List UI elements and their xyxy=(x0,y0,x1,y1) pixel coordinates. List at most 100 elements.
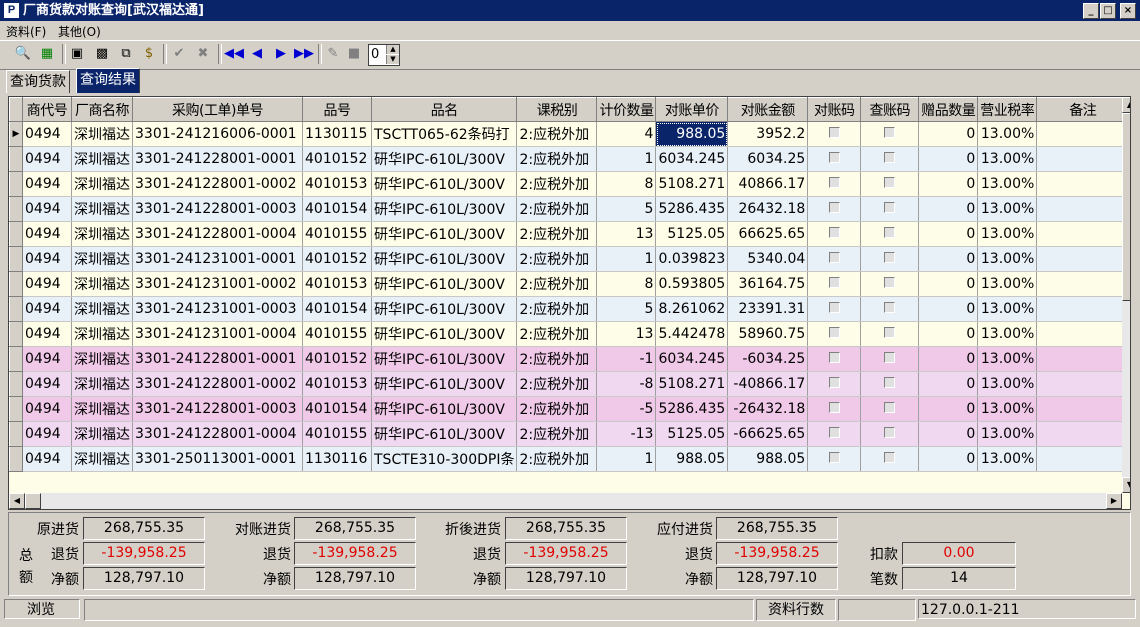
cancel-icon[interactable]: ✖ xyxy=(194,45,212,63)
scroll-thumb[interactable] xyxy=(1122,113,1130,301)
cell-gift-qty[interactable]: 0 xyxy=(918,121,979,147)
checkbox[interactable] xyxy=(884,302,896,313)
cell-item-code[interactable]: 4010153 xyxy=(302,271,372,297)
cell-price-qty[interactable]: 5 xyxy=(596,196,657,222)
row-indicator[interactable] xyxy=(9,346,23,372)
cell-tax-rate[interactable]: 13.00% xyxy=(977,146,1038,172)
cell-item-name[interactable]: 研华IPC-610L/300V xyxy=(371,321,518,347)
cell-vendor-code[interactable]: 0494 xyxy=(22,371,72,397)
column-header-po-number[interactable]: 采购(工单)单号 xyxy=(132,97,303,122)
scroll-left-icon[interactable]: ◀ xyxy=(9,493,25,509)
checkbox[interactable] xyxy=(884,327,896,338)
cell-vendor-code[interactable]: 0494 xyxy=(22,346,72,372)
cell-tax-rate[interactable]: 13.00% xyxy=(977,421,1038,447)
cell-item-code[interactable]: 1130116 xyxy=(302,446,372,472)
cell-vendor-name[interactable]: 深圳福达 xyxy=(71,421,133,447)
cell-recon-code[interactable] xyxy=(807,296,862,322)
cell-remarks[interactable] xyxy=(1036,296,1130,322)
tab-query-result[interactable]: 查询结果 xyxy=(76,68,140,93)
column-header-recon-code[interactable]: 对账码 xyxy=(807,97,862,122)
cell-item-code[interactable]: 4010153 xyxy=(302,371,372,397)
cell-tax-rate[interactable]: 13.00% xyxy=(977,221,1038,247)
cell-gift-qty[interactable]: 0 xyxy=(918,146,979,172)
cell-amount[interactable]: -66625.65 xyxy=(727,421,809,447)
cell-remarks[interactable] xyxy=(1036,221,1130,247)
preview-icon[interactable]: 🔍 xyxy=(14,45,32,63)
table-row[interactable]: 0494 深圳福达 3301-241228001-0003 4010154 研华IPC-… xyxy=(9,396,1130,422)
cell-recon-code[interactable] xyxy=(807,371,862,397)
cell-gift-qty[interactable]: 0 xyxy=(918,196,979,222)
column-header-gift-qty[interactable]: 赠品数量 xyxy=(918,97,979,122)
cell-amount[interactable]: 40866.17 xyxy=(727,171,809,197)
cell-vendor-name[interactable]: 深圳福达 xyxy=(71,121,133,147)
cell-check-code[interactable] xyxy=(860,446,920,472)
checkbox[interactable] xyxy=(828,152,840,163)
checkbox[interactable] xyxy=(828,377,840,388)
cell-tax-type[interactable]: 2:应税外加 xyxy=(516,271,598,297)
cell-remarks[interactable] xyxy=(1036,271,1130,297)
cell-vendor-code[interactable]: 0494 xyxy=(22,121,72,147)
edit-icon[interactable]: ✎ xyxy=(324,45,342,63)
cell-recon-code[interactable] xyxy=(807,196,862,222)
cell-gift-qty[interactable]: 0 xyxy=(918,296,979,322)
cell-recon-code[interactable] xyxy=(807,221,862,247)
cell-price-qty[interactable]: -8 xyxy=(596,371,657,397)
cell-vendor-code[interactable]: 0494 xyxy=(22,246,72,272)
cell-vendor-code[interactable]: 0494 xyxy=(22,271,72,297)
cell-tax-rate[interactable]: 13.00% xyxy=(977,396,1038,422)
cell-po-number[interactable]: 3301-241228001-0001 xyxy=(132,146,303,172)
cell-check-code[interactable] xyxy=(860,221,920,247)
table-row[interactable]: 0494 深圳福达 3301-241228001-0004 4010155 研华IPC-… xyxy=(9,421,1130,447)
cell-check-code[interactable] xyxy=(860,346,920,372)
cell-item-name[interactable]: TSCTE310-300DPI条 xyxy=(371,446,518,472)
cell-item-name[interactable]: 研华IPC-610L/300V xyxy=(371,271,518,297)
cell-tax-type[interactable]: 2:应税外加 xyxy=(516,121,598,147)
cell-po-number[interactable]: 3301-241228001-0002 xyxy=(132,371,303,397)
cell-tax-type[interactable]: 2:应税外加 xyxy=(516,296,598,322)
cell-price-qty[interactable]: 5 xyxy=(596,296,657,322)
cell-vendor-code[interactable]: 0494 xyxy=(22,421,72,447)
minimize-button[interactable]: _ xyxy=(1083,3,1099,19)
checkbox[interactable] xyxy=(884,252,896,263)
cell-item-name[interactable]: 研华IPC-610L/300V xyxy=(371,221,518,247)
cell-tax-rate[interactable]: 13.00% xyxy=(977,296,1038,322)
scroll-down-icon[interactable]: ▼ xyxy=(1122,477,1130,493)
table-row[interactable]: 0494 深圳福达 3301-241231001-0004 4010155 研华IPC-… xyxy=(9,321,1130,347)
row-indicator[interactable] xyxy=(9,296,23,322)
cell-item-code[interactable]: 4010154 xyxy=(302,196,372,222)
row-indicator[interactable] xyxy=(9,321,23,347)
cell-amount[interactable]: 26432.18 xyxy=(727,196,809,222)
cell-check-code[interactable] xyxy=(860,296,920,322)
table-row[interactable]: 0494 深圳福达 3301-250113001-0001 1130116 TSCTE3… xyxy=(9,446,1130,472)
table-row[interactable]: 0494 深圳福达 3301-241231001-0002 4010153 研华IPC-… xyxy=(9,271,1130,297)
cell-po-number[interactable]: 3301-250113001-0001 xyxy=(132,446,303,472)
cell-unit-price[interactable]: 0.593805 xyxy=(655,271,729,297)
cell-recon-code[interactable] xyxy=(807,146,862,172)
cell-price-qty[interactable]: 8 xyxy=(596,171,657,197)
checkbox[interactable] xyxy=(828,352,840,363)
cell-vendor-name[interactable]: 深圳福达 xyxy=(71,446,133,472)
cell-gift-qty[interactable]: 0 xyxy=(918,446,979,472)
row-indicator[interactable] xyxy=(9,221,23,247)
column-header-remarks[interactable]: 备注 xyxy=(1036,97,1130,122)
cell-tax-rate[interactable]: 13.00% xyxy=(977,371,1038,397)
cell-check-code[interactable] xyxy=(860,246,920,272)
spin-down-icon[interactable]: ▼ xyxy=(386,55,399,64)
cell-unit-price[interactable]: 5108.271 xyxy=(655,171,729,197)
checkbox[interactable] xyxy=(884,202,896,213)
cell-remarks[interactable] xyxy=(1036,246,1130,272)
cell-unit-price[interactable]: 5.442478 xyxy=(655,321,729,347)
cell-unit-price[interactable]: 0.039823 xyxy=(655,246,729,272)
cell-recon-code[interactable] xyxy=(807,446,862,472)
row-indicator[interactable] xyxy=(9,196,23,222)
checkbox[interactable] xyxy=(884,177,896,188)
cell-item-code[interactable]: 4010155 xyxy=(302,321,372,347)
cell-tax-rate[interactable]: 13.00% xyxy=(977,196,1038,222)
cell-tax-type[interactable]: 2:应税外加 xyxy=(516,221,598,247)
cell-vendor-name[interactable]: 深圳福达 xyxy=(71,321,133,347)
cell-tax-type[interactable]: 2:应税外加 xyxy=(516,446,598,472)
cell-vendor-name[interactable]: 深圳福达 xyxy=(71,396,133,422)
cell-vendor-name[interactable]: 深圳福达 xyxy=(71,271,133,297)
column-header-amount[interactable]: 对账金额 xyxy=(727,97,809,122)
row-indicator[interactable] xyxy=(9,446,23,472)
